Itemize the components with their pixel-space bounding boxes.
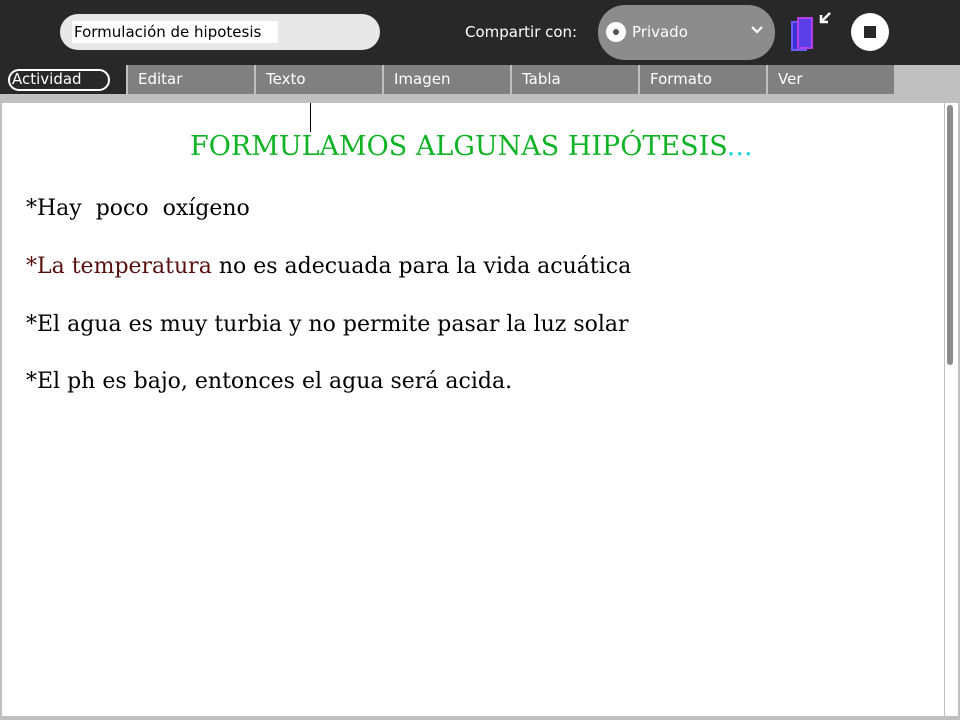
highlighted-phrase: *La temperatura [26, 254, 212, 279]
activity-toolbar: Compartir con: Privado [0, 0, 960, 65]
vertical-scrollbar[interactable] [945, 103, 958, 716]
hypothesis-line-3: *El agua es muy turbia y no permite pasa… [26, 312, 629, 337]
tab-editar[interactable]: Editar [128, 65, 254, 94]
heading-text: FORMULAMOS ALGUNAS HIPÓTESIS [190, 131, 727, 162]
scrollbar-thumb[interactable] [947, 105, 953, 365]
heading-ellipsis: ... [726, 131, 753, 162]
journal-keep-icon[interactable] [786, 10, 834, 56]
tab-ver[interactable]: Ver [768, 65, 894, 94]
hypothesis-line-1: *Hay poco oxígeno [26, 196, 250, 221]
tab-actividad[interactable]: Actividad [0, 65, 126, 94]
tab-imagen[interactable]: Imagen [384, 65, 510, 94]
title-input[interactable] [72, 21, 278, 43]
tab-bar: Actividad Editar Texto Imagen Tabla Form… [0, 65, 960, 95]
share-value: Privado [632, 23, 688, 41]
text-cursor [310, 103, 311, 132]
hypothesis-line-2: *La temperatura no es adecuada para la v… [26, 254, 631, 279]
tab-formato[interactable]: Formato [640, 65, 766, 94]
tab-tabla[interactable]: Tabla [512, 65, 638, 94]
tab-texto[interactable]: Texto [256, 65, 382, 94]
radio-dot-icon [606, 22, 626, 42]
line-rest: no es adecuada para la vida acuática [211, 254, 632, 279]
document-page[interactable] [2, 103, 944, 716]
hypothesis-line-4: *El ph es bajo, entonces el agua será ac… [26, 369, 513, 394]
share-combo[interactable]: Privado [598, 5, 775, 60]
share-label: Compartir con: [465, 23, 578, 41]
activity-title-field[interactable] [60, 14, 380, 50]
stop-icon[interactable] [851, 13, 889, 51]
document-heading: FORMULAMOS ALGUNAS HIPÓTESIS... [190, 131, 753, 162]
chevron-down-icon [751, 26, 763, 34]
tab-label: Actividad [8, 69, 110, 91]
